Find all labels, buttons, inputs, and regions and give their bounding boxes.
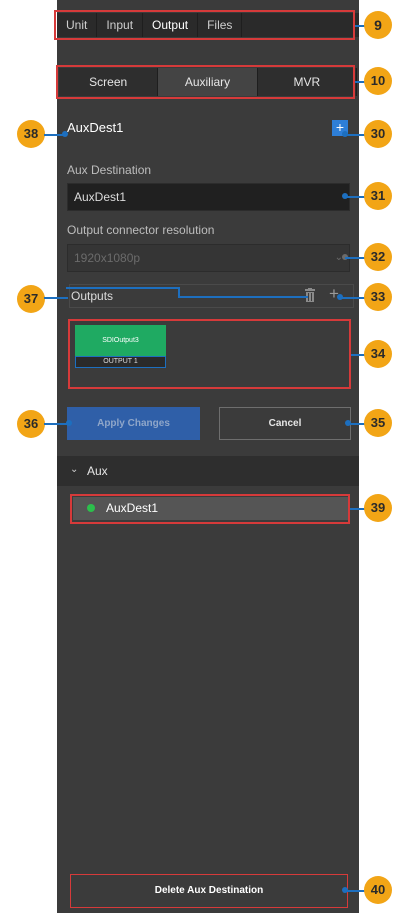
callout-frame-delete bbox=[70, 874, 348, 908]
leader-line bbox=[66, 287, 178, 289]
callout-frame-tabs bbox=[54, 10, 355, 40]
leader-line bbox=[340, 297, 365, 299]
leader-line bbox=[345, 257, 365, 259]
callout-badge: 37 bbox=[17, 285, 45, 313]
leader-point bbox=[62, 131, 68, 137]
callout-badge: 10 bbox=[364, 67, 392, 95]
callout-badge: 38 bbox=[17, 120, 45, 148]
callout-badge: 32 bbox=[364, 243, 392, 271]
resolution-select[interactable]: 1920x1080p ⌄ bbox=[67, 244, 350, 272]
callout-badge: 39 bbox=[364, 494, 392, 522]
callout-frame-outputs bbox=[68, 319, 351, 389]
leader-line bbox=[345, 196, 365, 198]
cancel-button[interactable]: Cancel bbox=[219, 407, 351, 440]
callout-badge: 36 bbox=[17, 410, 45, 438]
aux-name-title: AuxDest1 bbox=[67, 120, 124, 135]
callout-badge: 31 bbox=[364, 182, 392, 210]
callout-badge: 30 bbox=[364, 120, 392, 148]
callout-badge: 9 bbox=[364, 11, 392, 39]
leader-line bbox=[348, 423, 365, 425]
resolution-label: Output connector resolution bbox=[67, 223, 215, 237]
chevron-down-icon: ⌄ bbox=[70, 464, 79, 475]
callout-badge: 33 bbox=[364, 283, 392, 311]
callout-badge: 40 bbox=[364, 876, 392, 904]
leader-line bbox=[351, 354, 365, 356]
callout-badge: 35 bbox=[364, 409, 392, 437]
apply-changes-button[interactable]: Apply Changes bbox=[67, 407, 200, 440]
leader-line bbox=[44, 134, 64, 136]
leader-point bbox=[66, 420, 72, 426]
leader-line bbox=[350, 508, 365, 510]
callout-badge: 34 bbox=[364, 340, 392, 368]
leader-line bbox=[345, 134, 365, 136]
aux-destination-label: Aux Destination bbox=[67, 163, 152, 177]
aux-section-label: Aux bbox=[87, 464, 108, 478]
leader-line bbox=[44, 423, 68, 425]
resolution-value: 1920x1080p bbox=[74, 251, 141, 265]
callout-frame-subtabs bbox=[56, 65, 355, 99]
leader-line bbox=[345, 890, 365, 892]
leader-line bbox=[178, 296, 308, 298]
callout-frame-aux-item bbox=[70, 494, 350, 524]
leader-line bbox=[44, 297, 68, 299]
aux-section-header[interactable]: ⌄ Aux bbox=[57, 456, 359, 486]
aux-destination-input[interactable]: AuxDest1 bbox=[67, 183, 350, 211]
